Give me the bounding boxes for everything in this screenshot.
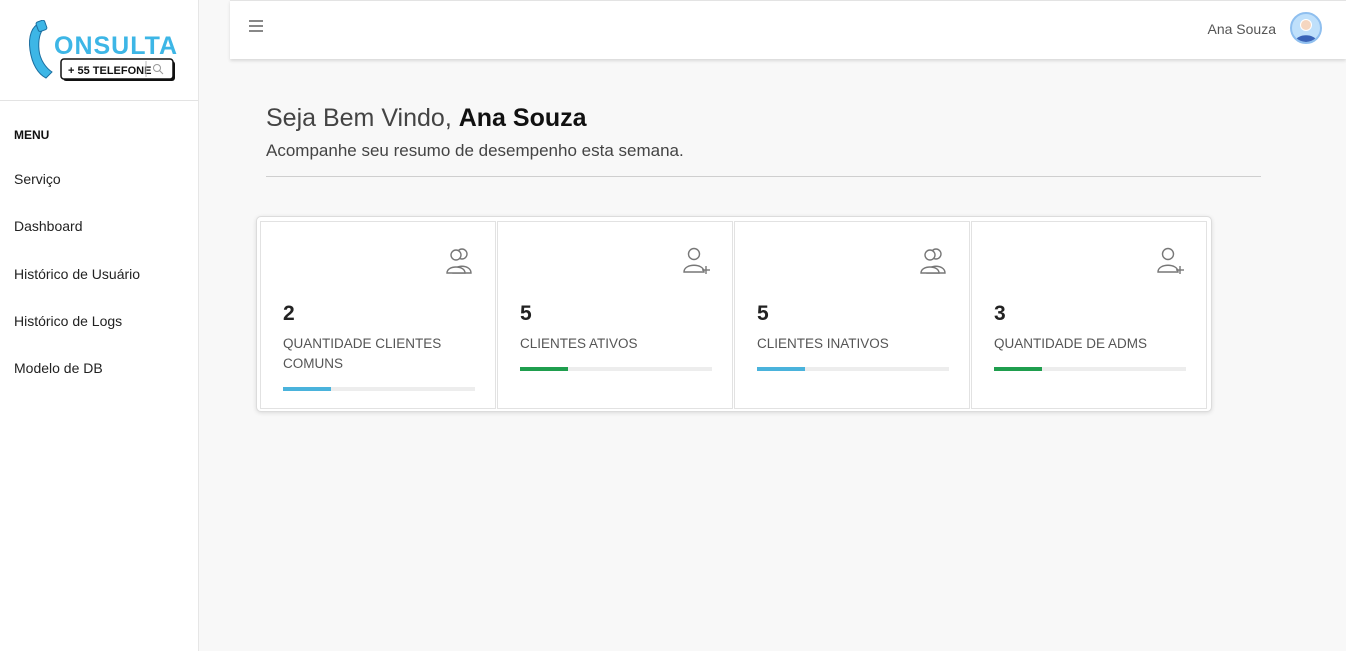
sidebar-item-dashboard[interactable]: Dashboard: [14, 218, 83, 234]
stat-label: QUANTIDADE DE ADMS: [994, 336, 1148, 351]
stat-card-clientes-ativos: 5 CLIENTES ATIVOS: [497, 221, 733, 409]
stat-value: 5: [520, 302, 532, 325]
stat-card-clientes-comuns: 2 QUANTIDADE CLIENTES COMUNS: [260, 221, 496, 409]
sidebar-item-servico[interactable]: Serviço: [14, 171, 61, 187]
welcome-user-name: Ana Souza: [458, 104, 587, 132]
stat-card-quantidade-adms: 3 QUANTIDADE DE ADMS: [971, 221, 1207, 409]
logo-word: ONSULTA: [54, 32, 178, 60]
stat-label: CLIENTES INATIVOS: [757, 336, 889, 351]
stat-value: 3: [994, 302, 1006, 325]
stat-value: 5: [757, 302, 769, 325]
sidebar-item-modelo-db[interactable]: Modelo de DB: [14, 360, 103, 376]
users-icon: [446, 248, 472, 274]
topbar: Ana Souza: [230, 0, 1346, 59]
progress-bar: [994, 367, 1186, 371]
stat-value: 2: [283, 302, 295, 325]
progress-bar: [520, 367, 712, 371]
menu-title: MENU: [14, 128, 50, 142]
stat-label: CLIENTES ATIVOS: [520, 336, 638, 351]
logo-badge: + 55 TELEFONE: [68, 65, 151, 77]
sidebar-item-historico-logs[interactable]: Histórico de Logs: [14, 313, 122, 329]
sidebar-item-historico-usuario[interactable]: Histórico de Usuário: [14, 266, 140, 282]
consulta-telefone-logo: ONSULTA + 55 TELEFONE: [29, 20, 178, 81]
user-plus-icon: [683, 247, 710, 274]
logo[interactable]: ONSULTA + 55 TELEFONE: [0, 0, 198, 101]
progress-bar: [757, 367, 949, 371]
stat-label: QUANTIDADE CLIENTES COMUNS: [283, 336, 442, 371]
welcome-subtitle: Acompanhe seu resumo de desempenho esta …: [266, 141, 684, 160]
users-icon: [920, 248, 946, 274]
hamburger-icon[interactable]: [249, 20, 263, 34]
user-avatar-icon[interactable]: [1290, 12, 1322, 44]
user-plus-icon: [1157, 247, 1184, 274]
user-name[interactable]: Ana Souza: [1208, 21, 1277, 37]
welcome-heading: Seja Bem Vindo, Ana Souza: [266, 104, 587, 133]
divider: [266, 176, 1261, 177]
progress-bar: [283, 387, 475, 391]
stat-card-clientes-inativos: 5 CLIENTES INATIVOS: [734, 221, 970, 409]
sidebar: ONSULTA + 55 TELEFONE MENU Serviço Dashb…: [0, 0, 199, 651]
stats-cards: 2 QUANTIDADE CLIENTES COMUNS 5 CLIENTES …: [256, 216, 1212, 412]
welcome-greeting: Seja Bem Vindo,: [266, 104, 459, 132]
